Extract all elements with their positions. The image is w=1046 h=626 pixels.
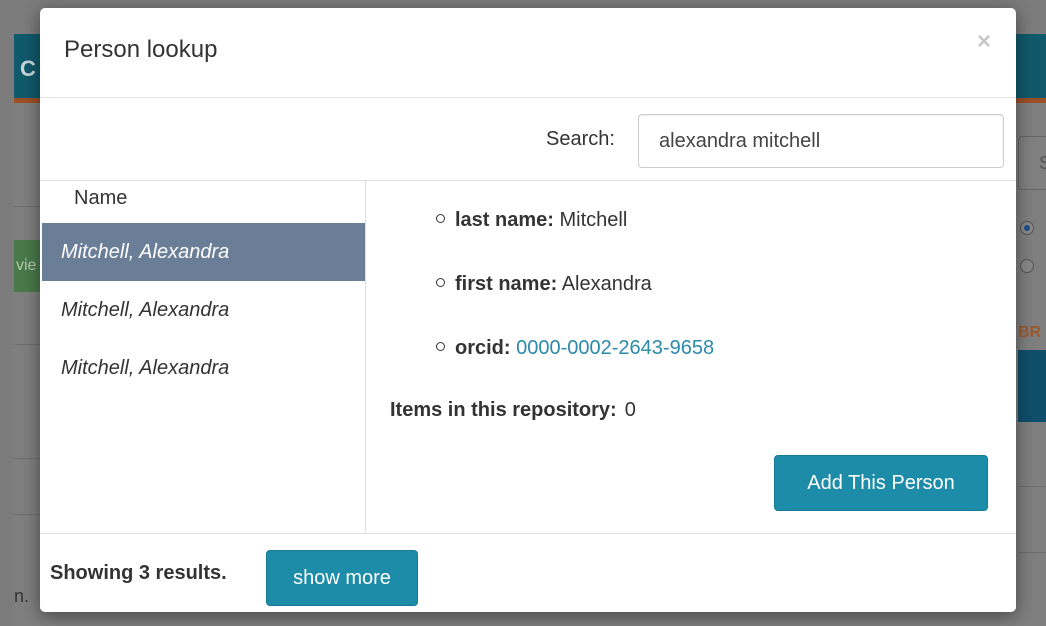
- background-blue-button: [1018, 350, 1046, 422]
- bullet-icon: [436, 342, 445, 351]
- person-details: last name: Mitchell first name: Alexandr…: [366, 181, 1016, 533]
- search-input[interactable]: [638, 114, 1004, 168]
- detail-last-name: last name: Mitchell: [436, 209, 627, 232]
- result-item[interactable]: Mitchell, Alexandra: [42, 223, 365, 281]
- first-name-label: first name:: [455, 273, 558, 295]
- items-in-repository: Items in this repository: 0: [390, 399, 636, 422]
- add-this-person-button[interactable]: Add This Person: [774, 455, 988, 511]
- results-count: Showing 3 results.: [50, 562, 227, 584]
- background-radio: [1020, 259, 1034, 273]
- show-more-button[interactable]: show more: [266, 550, 418, 606]
- result-item[interactable]: Mitchell, Alexandra: [42, 339, 365, 397]
- result-item[interactable]: Mitchell, Alexandra: [42, 281, 365, 339]
- close-icon[interactable]: ×: [974, 30, 994, 54]
- background-divider: [1018, 552, 1046, 553]
- modal-footer: Showing 3 results. show more: [40, 534, 1016, 612]
- background-radio-checked: [1020, 221, 1034, 235]
- bullet-icon: [436, 214, 445, 223]
- background-header-text: C: [20, 56, 36, 81]
- items-label: Items in this repository:: [390, 399, 617, 421]
- search-label: Search:: [546, 128, 615, 150]
- detail-orcid: orcid: 0000-0002-2643-9658: [436, 337, 714, 360]
- background-search-input: S: [1018, 136, 1046, 190]
- last-name-value: Mitchell: [559, 209, 628, 231]
- background-footer-text: n.: [14, 586, 30, 606]
- search-row: Search:: [40, 98, 1016, 180]
- background-orange-label: BR: [1018, 324, 1042, 341]
- items-value: 0: [624, 399, 636, 421]
- modal-body: Name Mitchell, Alexandra Mitchell, Alexa…: [40, 180, 1016, 534]
- last-name-label: last name:: [455, 209, 554, 231]
- detail-first-name: first name: Alexandra: [436, 273, 652, 296]
- first-name-value: Alexandra: [561, 273, 652, 295]
- orcid-label: orcid:: [455, 337, 511, 359]
- name-column-header: Name: [74, 187, 128, 209]
- orcid-link[interactable]: 0000-0002-2643-9658: [516, 337, 714, 359]
- person-lookup-modal: Person lookup × Search: Name Mitchell, A…: [40, 8, 1016, 612]
- background-divider: [1018, 486, 1046, 487]
- modal-title: Person lookup: [64, 36, 218, 63]
- modal-header: Person lookup ×: [40, 8, 1016, 98]
- result-list: Name Mitchell, Alexandra Mitchell, Alexa…: [40, 181, 366, 533]
- bullet-icon: [436, 278, 445, 287]
